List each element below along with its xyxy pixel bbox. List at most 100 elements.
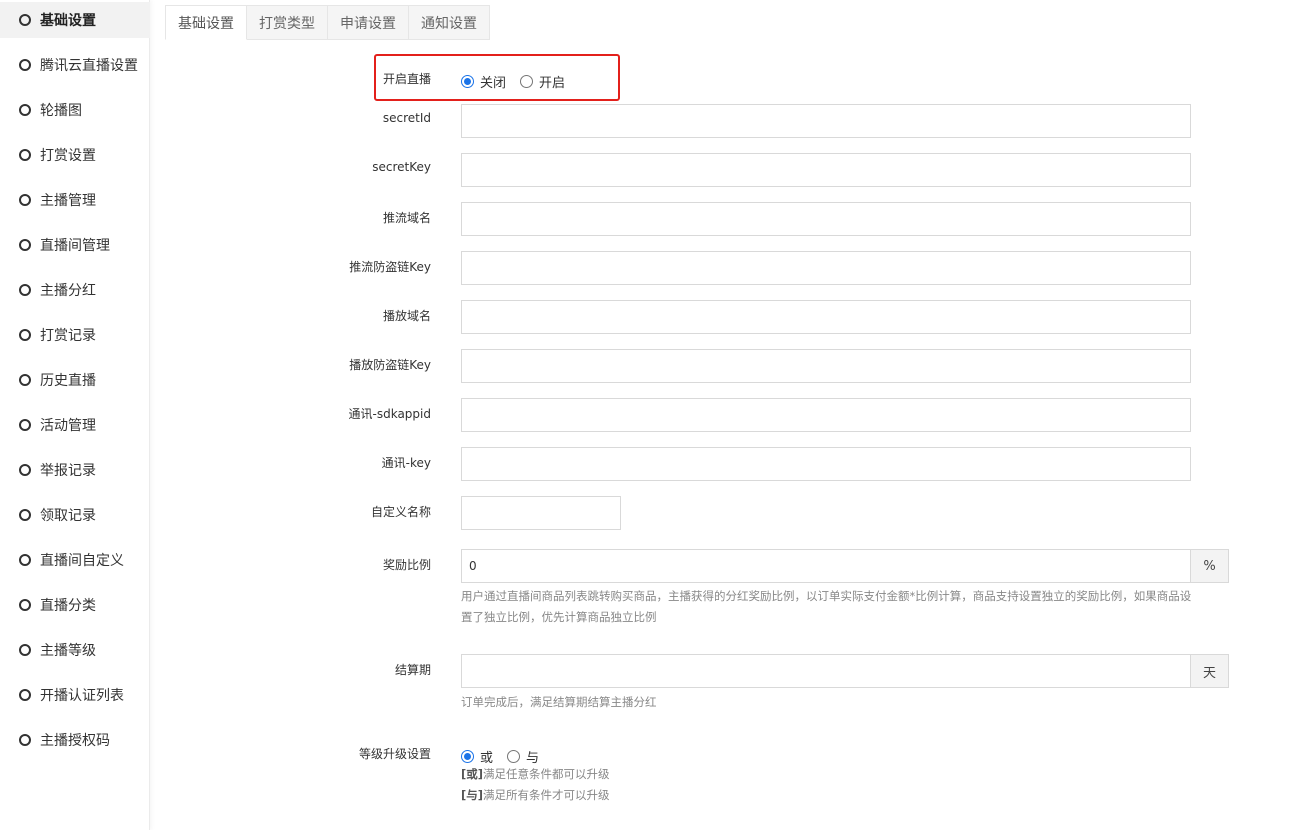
reward-ratio-label: 奖励比例 [382, 558, 431, 572]
circle-icon [19, 374, 31, 386]
push-domain-label: 推流域名 [382, 211, 431, 225]
sidebar-item-room-custom[interactable]: 直播间自定义 [0, 542, 150, 578]
sidebar-item-label: 活动管理 [40, 418, 96, 434]
sidebar-item-room-management[interactable]: 直播间管理 [0, 227, 150, 263]
sidebar-item-label: 领取记录 [40, 508, 96, 524]
sidebar-item-tip-records[interactable]: 打赏记录 [0, 317, 150, 353]
sidebar-item-anchor-level[interactable]: 主播等级 [0, 632, 150, 668]
sidebar-item-anchor-dividend[interactable]: 主播分红 [0, 272, 150, 308]
sidebar-item-label: 历史直播 [40, 373, 96, 389]
play-key-input[interactable] [461, 349, 1191, 383]
level-rule-or-tag: [或] [461, 767, 484, 781]
live-on-label: 开启 [539, 76, 566, 91]
level-and-radio[interactable] [507, 750, 521, 763]
percent-addon: % [1190, 549, 1229, 583]
circle-icon [19, 734, 31, 746]
live-on-radio[interactable] [520, 75, 534, 88]
sidebar-item-activity-management[interactable]: 活动管理 [0, 407, 150, 443]
settle-period-help: 订单完成后，满足结算期结算主播分红 [461, 695, 657, 709]
level-upgrade-radio-group: 或 与 [461, 747, 553, 766]
sidebar-item-label: 主播等级 [40, 643, 96, 659]
circle-icon [19, 464, 31, 476]
sidebar: 基础设置 腾讯云直播设置 轮播图 打赏设置 主播管理 直播间管理 主播分红 打赏… [0, 0, 150, 830]
live-switch-radio-group: 关闭 开启 [461, 72, 579, 91]
live-switch-label: 开启直播 [382, 72, 431, 86]
level-rule-and-text: 满足所有条件才可以升级 [483, 788, 610, 802]
im-key-label: 通讯-key [381, 456, 431, 470]
circle-icon [19, 644, 31, 656]
sidebar-item-carousel[interactable]: 轮播图 [0, 92, 150, 128]
secret-id-input[interactable] [461, 104, 1191, 138]
sidebar-item-anchor-management[interactable]: 主播管理 [0, 182, 150, 218]
sdkappid-label: 通讯-sdkappid [348, 407, 431, 421]
sidebar-item-label: 主播分红 [40, 283, 96, 299]
push-domain-input[interactable] [461, 202, 1191, 236]
level-rule-and-tag: [与] [461, 788, 484, 802]
secret-key-input[interactable] [461, 153, 1191, 187]
circle-icon [19, 104, 31, 116]
sidebar-item-label: 举报记录 [40, 463, 96, 479]
sidebar-item-auth-code[interactable]: 主播授权码 [0, 722, 150, 758]
sidebar-item-tencent-cloud-live[interactable]: 腾讯云直播设置 [0, 47, 150, 83]
circle-icon [19, 599, 31, 611]
level-or-radio[interactable] [461, 750, 474, 763]
circle-icon [19, 239, 31, 251]
circle-icon [19, 689, 31, 701]
tab-notify-settings[interactable]: 通知设置 [409, 5, 490, 40]
play-domain-input[interactable] [461, 300, 1191, 334]
circle-icon [19, 14, 31, 26]
circle-icon [19, 194, 31, 206]
im-key-input[interactable] [461, 447, 1191, 481]
circle-icon [19, 419, 31, 431]
play-domain-label: 播放域名 [382, 309, 431, 323]
tab-bar: 基础设置 打赏类型 申请设置 通知设置 [165, 5, 490, 40]
push-key-input[interactable] [461, 251, 1191, 285]
day-addon: 天 [1190, 654, 1229, 688]
live-off-radio[interactable] [461, 75, 474, 88]
reward-ratio-input[interactable] [461, 549, 1191, 583]
play-key-label: 播放防盗链Key [349, 358, 431, 372]
secret-key-label: secretKey [372, 160, 431, 174]
sidebar-item-label: 打赏记录 [40, 328, 96, 344]
sidebar-item-label: 轮播图 [40, 103, 82, 119]
sidebar-item-report-records[interactable]: 举报记录 [0, 452, 150, 488]
sidebar-item-claim-records[interactable]: 领取记录 [0, 497, 150, 533]
circle-icon [19, 149, 31, 161]
circle-icon [19, 509, 31, 521]
custom-name-label: 自定义名称 [370, 505, 431, 519]
settle-period-label: 结算期 [394, 663, 431, 677]
level-rule-or: [或]满足任意条件都可以升级 [461, 766, 610, 782]
push-key-label: 推流防盗链Key [349, 260, 431, 274]
sidebar-item-label: 开播认证列表 [40, 688, 124, 704]
sidebar-item-basic-settings[interactable]: 基础设置 [0, 2, 150, 38]
sidebar-item-live-category[interactable]: 直播分类 [0, 587, 150, 623]
tab-basic-settings[interactable]: 基础设置 [165, 5, 247, 40]
settle-period-input[interactable] [461, 654, 1191, 688]
circle-icon [19, 59, 31, 71]
sidebar-item-label: 主播授权码 [40, 733, 110, 749]
live-off-label: 关闭 [480, 76, 507, 91]
secret-id-label: secretId [382, 111, 431, 125]
sidebar-item-label: 基础设置 [40, 13, 96, 29]
circle-icon [19, 554, 31, 566]
tab-apply-settings[interactable]: 申请设置 [328, 5, 409, 40]
sidebar-item-label: 腾讯云直播设置 [40, 58, 138, 74]
level-upgrade-label: 等级升级设置 [358, 747, 431, 761]
sidebar-item-label: 直播分类 [40, 598, 96, 614]
sdkappid-input[interactable] [461, 398, 1191, 432]
tab-tip-types[interactable]: 打赏类型 [247, 5, 328, 40]
custom-name-input[interactable] [461, 496, 621, 530]
sidebar-item-tip-settings[interactable]: 打赏设置 [0, 137, 150, 173]
sidebar-item-label: 主播管理 [40, 193, 96, 209]
sidebar-item-label: 直播间管理 [40, 238, 110, 254]
level-or-label: 或 [480, 751, 494, 766]
level-rule-or-text: 满足任意条件都可以升级 [483, 767, 610, 781]
sidebar-item-label: 直播间自定义 [40, 553, 124, 569]
sidebar-item-label: 打赏设置 [40, 148, 96, 164]
reward-ratio-help-line1: 用户通过直播间商品列表跳转购买商品，主播获得的分红奖励比例，以订单实际支付金额*… [461, 589, 1192, 603]
circle-icon [19, 329, 31, 341]
level-rule-and: [与]满足所有条件才可以升级 [461, 787, 610, 803]
sidebar-item-certification-list[interactable]: 开播认证列表 [0, 677, 150, 713]
circle-icon [19, 284, 31, 296]
sidebar-item-history-live[interactable]: 历史直播 [0, 362, 150, 398]
